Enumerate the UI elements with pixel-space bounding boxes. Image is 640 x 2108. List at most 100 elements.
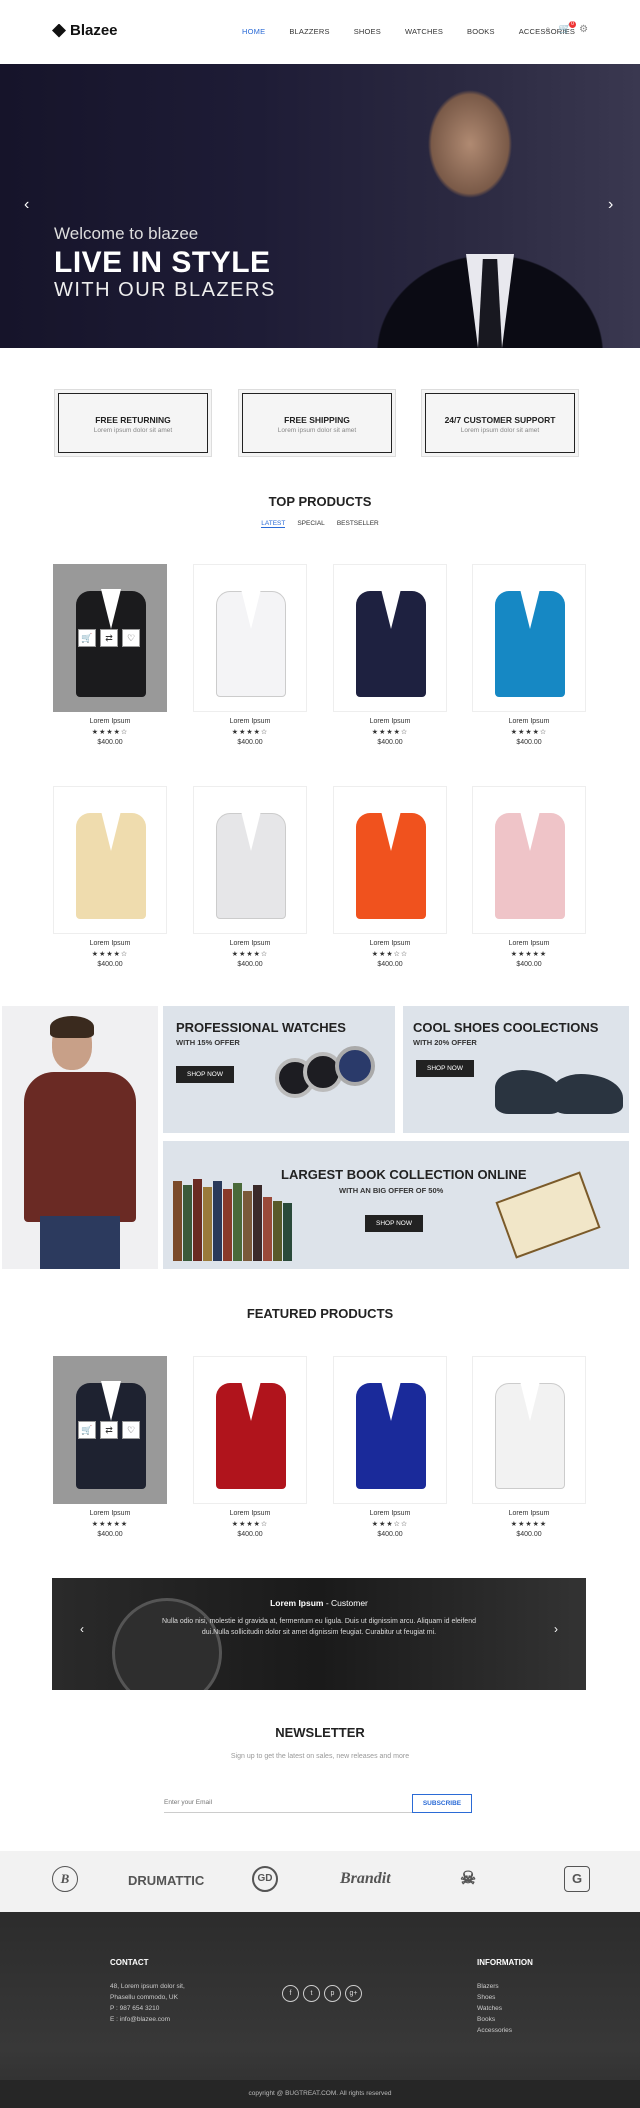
watch-image: [335, 1046, 375, 1086]
promo-shoes[interactable]: COOL SHOES COOLECTIONS WITH 20% OFFER SH…: [403, 1006, 629, 1133]
featured-products-title: FEATURED PRODUCTS: [246, 1306, 394, 1321]
brand-logo-drumattic[interactable]: DRUMATTIC: [128, 1873, 204, 1888]
footer-link-accessories[interactable]: Accessories: [477, 2025, 512, 2036]
promo-books-offer: WITH AN BIG OFFER OF 50%: [339, 1186, 444, 1195]
product-rating: ★★★★★: [510, 1521, 548, 1528]
newsletter-subtitle: Sign up to get the latest on sales, new …: [230, 1753, 410, 1760]
product-rating: ★★★★☆: [371, 729, 409, 736]
product-rating: ★★★★☆: [231, 729, 269, 736]
testimonial-role: - Customer: [323, 1598, 368, 1608]
nav-shoes[interactable]: SHOES: [354, 27, 381, 36]
testimonial-next-arrow-icon[interactable]: ›: [554, 1622, 558, 1636]
feature-title: FREE RETURNING: [95, 415, 171, 425]
feature-box-returning: FREE RETURNING Lorem ipsum dolor sit ame…: [54, 389, 212, 457]
wishlist-icon[interactable]: ♡: [122, 629, 140, 647]
product-card[interactable]: [53, 786, 167, 934]
brand-logo-skull[interactable]: ☠: [460, 1868, 476, 1889]
feature-text: Lorem ipsum dolor sit amet: [93, 427, 173, 434]
book-image: [183, 1185, 192, 1261]
logo-mark-icon: [52, 23, 66, 38]
nav-home[interactable]: HOME: [242, 27, 265, 36]
product-card[interactable]: 🛒 ⇄ ♡: [53, 1356, 167, 1504]
product-price: $400.00: [97, 739, 123, 746]
product-rating: ★★★★★: [91, 1521, 129, 1528]
nav-watches[interactable]: WATCHES: [405, 27, 443, 36]
compare-icon[interactable]: ⇄: [100, 629, 118, 647]
product-price: $400.00: [516, 961, 542, 968]
model-banner[interactable]: [2, 1006, 158, 1269]
twitter-icon[interactable]: t: [303, 1985, 320, 2002]
promo-watches[interactable]: PROFESSIONAL WATCHES WITH 15% OFFER SHOP…: [163, 1006, 395, 1133]
tab-special[interactable]: SPECIAL: [297, 520, 324, 528]
promo-watches-offer: WITH 15% OFFER: [176, 1038, 240, 1047]
nav-books[interactable]: BOOKS: [467, 27, 495, 36]
brand-logo-brandit[interactable]: Brandit: [340, 1870, 391, 1888]
pinterest-icon[interactable]: p: [324, 1985, 341, 2002]
footer-contact-line: E : info@blazee.com: [110, 2016, 171, 2023]
book-image: [213, 1181, 222, 1261]
footer-contact-line: 48, Lorem ipsum dolor sit,: [110, 1983, 185, 1990]
product-rating: ★★★★☆: [91, 951, 129, 958]
cart-icon[interactable]: 🛒: [78, 1421, 96, 1439]
compare-icon[interactable]: ⇄: [100, 1421, 118, 1439]
brand-logo-g[interactable]: G: [564, 1866, 590, 1892]
feature-title: 24/7 CUSTOMER SUPPORT: [444, 415, 556, 425]
hero-slider: Welcome to blazee LIVE IN STYLE WITH OUR…: [0, 64, 640, 348]
footer-contact-details: 48, Lorem ipsum dolor sit, Phasellu comm…: [110, 1981, 185, 2025]
testimonial-prev-arrow-icon[interactable]: ‹: [80, 1622, 84, 1636]
newsletter-title: NEWSLETTER: [275, 1725, 365, 1740]
settings-icon[interactable]: ⚙: [579, 24, 588, 35]
product-card[interactable]: 🛒 ⇄ ♡: [53, 564, 167, 712]
product-card[interactable]: [472, 564, 586, 712]
hero-next-arrow-icon[interactable]: ›: [608, 196, 613, 214]
newsletter-email-input[interactable]: [164, 1793, 412, 1813]
hero-title: LIVE IN STYLE: [54, 246, 271, 279]
copyright: copyright @ BUGTREAT.COM. All rights res…: [0, 2080, 640, 2108]
google-plus-icon[interactable]: g+: [345, 1985, 362, 2002]
promo-books-shop-button[interactable]: SHOP NOW: [365, 1215, 423, 1232]
logo-text: Blazee: [70, 22, 118, 39]
footer-link-shoes[interactable]: Shoes: [477, 1992, 512, 2003]
promo-shoes-shop-button[interactable]: SHOP NOW: [416, 1060, 474, 1077]
promo-books[interactable]: LARGEST BOOK COLLECTION ONLINE WITH AN B…: [163, 1141, 629, 1269]
product-card[interactable]: [193, 564, 307, 712]
product-price: $400.00: [516, 1531, 542, 1538]
product-price: $400.00: [377, 961, 403, 968]
search-icon[interactable]: ⌕: [545, 24, 551, 35]
testimonial-slider: Lorem Ipsum - Customer Nulla odio nisi, …: [52, 1578, 586, 1690]
product-card[interactable]: [333, 1356, 447, 1504]
footer-info-title: INFORMATION: [477, 1958, 533, 1967]
product-price: $400.00: [97, 1531, 123, 1538]
product-price: $400.00: [377, 739, 403, 746]
footer-link-books[interactable]: Books: [477, 2014, 512, 2025]
cart-icon[interactable]: 🛒: [78, 629, 96, 647]
tab-latest[interactable]: LATEST: [261, 520, 286, 528]
promo-watches-shop-button[interactable]: SHOP NOW: [176, 1066, 234, 1083]
footer-link-blazers[interactable]: Blazers: [477, 1981, 512, 1992]
product-card[interactable]: [472, 1356, 586, 1504]
wishlist-icon[interactable]: ♡: [122, 1421, 140, 1439]
facebook-icon[interactable]: f: [282, 1985, 299, 2002]
brand-logo-b[interactable]: B: [52, 1866, 78, 1892]
book-image: [173, 1181, 182, 1261]
product-name: Lorem Ipsum: [229, 1510, 271, 1517]
hero-prev-arrow-icon[interactable]: ‹: [24, 196, 29, 214]
subscribe-button[interactable]: SUBSCRIBE: [412, 1794, 472, 1813]
tab-bestseller[interactable]: BESTSELLER: [337, 520, 379, 528]
product-card[interactable]: [193, 1356, 307, 1504]
product-name: Lorem Ipsum: [508, 940, 550, 947]
site-footer: [0, 1912, 640, 2108]
product-card[interactable]: [193, 786, 307, 934]
product-card[interactable]: [333, 786, 447, 934]
brand-logo-gd[interactable]: GD: [252, 1866, 278, 1892]
book-image: [283, 1203, 292, 1261]
product-card[interactable]: [472, 786, 586, 934]
footer-link-watches[interactable]: Watches: [477, 2003, 512, 2014]
footer-contact-title: CONTACT: [110, 1958, 149, 1967]
nav-blazzers[interactable]: BLAZZERS: [289, 27, 329, 36]
product-price: $400.00: [516, 739, 542, 746]
logo[interactable]: Blazee: [52, 22, 118, 39]
product-card[interactable]: [333, 564, 447, 712]
footer-info-links: Blazers Shoes Watches Books Accessories: [477, 1981, 512, 2036]
hero-subtitle: WITH OUR BLAZERS: [54, 279, 276, 301]
